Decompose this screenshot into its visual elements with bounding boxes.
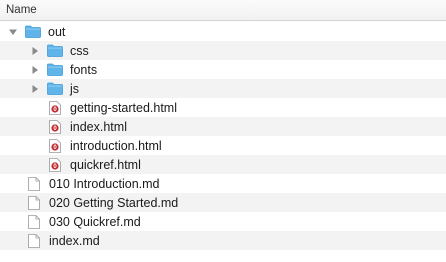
tree-row-label: introduction.html xyxy=(70,138,162,153)
html-file-icon: 0 xyxy=(47,119,63,134)
tree-row-index-html[interactable]: 0 index.html xyxy=(0,117,446,136)
tree-row-out[interactable]: out xyxy=(0,22,446,41)
name-column-header-label: Name xyxy=(6,4,37,16)
tree-row-label: 030 Quickref.md xyxy=(49,214,141,229)
folder-icon xyxy=(47,63,63,77)
folder-icon xyxy=(25,25,41,39)
tree-row-030-quickref-md[interactable]: 030 Quickref.md xyxy=(0,212,446,231)
tree-row-020-getting-started-md[interactable]: 020 Getting Started.md xyxy=(0,193,446,212)
tree-row-css[interactable]: css xyxy=(0,41,446,60)
tree-row-label: getting-started.html xyxy=(70,100,177,115)
tree-row-introduction-html[interactable]: 0 introduction.html xyxy=(0,136,446,155)
tree-row-label: quickref.html xyxy=(70,157,141,172)
tree-row-index-md[interactable]: index.md xyxy=(0,231,446,250)
tree-row-label: out xyxy=(48,24,66,39)
html-file-icon: 0 xyxy=(47,157,63,172)
document-icon xyxy=(26,214,42,229)
tree-row-label: fonts xyxy=(70,62,98,77)
tree-row-label: index.html xyxy=(70,119,127,134)
document-icon xyxy=(26,233,42,248)
disclosure-triangle-expanded-icon[interactable] xyxy=(8,27,18,37)
tree-row-label: index.md xyxy=(49,233,100,248)
tree-row-quickref-html[interactable]: 0 quickref.html xyxy=(0,155,446,174)
tree-row-label: js xyxy=(70,81,80,96)
name-column-header[interactable]: Name xyxy=(0,0,446,21)
tree-row-label: css xyxy=(70,43,89,58)
tree-row-fonts[interactable]: fonts xyxy=(0,60,446,79)
document-icon xyxy=(26,176,42,191)
tree-row-getting-started-html[interactable]: 0 getting-started.html xyxy=(0,98,446,117)
disclosure-triangle-collapsed-icon[interactable] xyxy=(30,84,40,94)
tree-row-label: 010 Introduction.md xyxy=(49,176,160,191)
document-icon xyxy=(26,195,42,210)
disclosure-triangle-collapsed-icon[interactable] xyxy=(30,46,40,56)
tree-row-010-introduction-md[interactable]: 010 Introduction.md xyxy=(0,174,446,193)
disclosure-triangle-collapsed-icon[interactable] xyxy=(30,65,40,75)
tree-row-js[interactable]: js xyxy=(0,79,446,98)
file-tree: out css fonts js 0 getting-started.html … xyxy=(0,22,446,250)
finder-list-view: Name out css fonts js 0 getting-started.… xyxy=(0,0,446,262)
html-file-icon: 0 xyxy=(47,138,63,153)
folder-icon xyxy=(47,82,63,96)
html-file-icon: 0 xyxy=(47,100,63,115)
folder-icon xyxy=(47,44,63,58)
tree-row-label: 020 Getting Started.md xyxy=(49,195,179,210)
